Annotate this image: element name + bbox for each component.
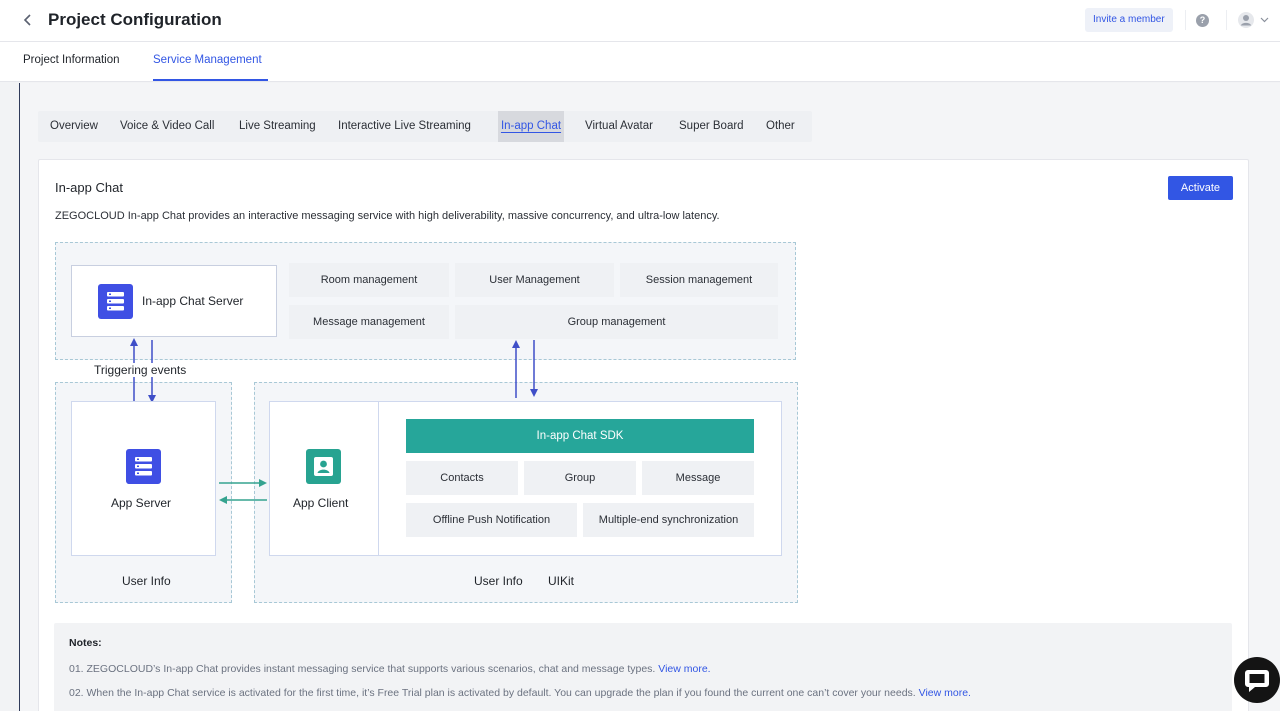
view-more-link[interactable]: View more. <box>919 687 971 699</box>
user-icon <box>306 449 341 484</box>
sdk-feature-offline-push: Offline Push Notification <box>406 503 577 537</box>
note-text: 01. ZEGOCLOUD’s In-app Chat provides ins… <box>69 663 656 675</box>
note-text: 02. When the In-app Chat service is acti… <box>69 687 916 699</box>
content-area: Overview Voice & Video Call Live Streami… <box>19 83 1280 711</box>
note-item: 02. When the In-app Chat service is acti… <box>69 687 971 699</box>
subtab-super-board[interactable]: Super Board <box>679 111 744 142</box>
tab-project-information[interactable]: Project Information <box>23 54 120 66</box>
top-bar: Project Configuration Invite a member ? <box>0 0 1280 42</box>
subtab-in-app-chat[interactable]: In-app Chat <box>498 111 564 142</box>
chevron-down-icon <box>1260 17 1269 23</box>
invite-member-button[interactable]: Invite a member <box>1085 8 1173 32</box>
active-tab-indicator <box>153 79 268 81</box>
subtab-overview[interactable]: Overview <box>50 111 98 142</box>
client-footer-user-info: User Info <box>474 574 523 588</box>
subtab-other[interactable]: Other <box>766 111 795 142</box>
page-title: Project Configuration <box>48 10 222 29</box>
main-tabs: Project Information Service Management <box>0 42 1280 82</box>
avatar-icon <box>1238 12 1254 28</box>
divider <box>1185 10 1186 30</box>
sdk-feature-group: Group <box>524 461 636 495</box>
chat-support-button[interactable] <box>1234 657 1280 703</box>
service-tabs: Overview Voice & Video Call Live Streami… <box>38 111 812 142</box>
subtab-interactive-live-streaming[interactable]: Interactive Live Streaming <box>338 111 471 142</box>
sdk-bar: In-app Chat SDK <box>406 419 754 453</box>
chat-icon <box>1245 670 1269 692</box>
note-item: 01. ZEGOCLOUD’s In-app Chat provides ins… <box>69 663 711 675</box>
back-icon[interactable] <box>20 11 36 29</box>
sdk-feature-message: Message <box>642 461 754 495</box>
notes-panel: Notes: 01. ZEGOCLOUD’s In-app Chat provi… <box>54 623 1232 711</box>
client-footer-uikit: UIKit <box>548 574 575 588</box>
view-more-link[interactable]: View more. <box>658 663 710 675</box>
help-icon[interactable]: ? <box>1196 14 1209 27</box>
tab-service-management[interactable]: Service Management <box>153 54 262 66</box>
activate-button[interactable]: Activate <box>1168 176 1233 200</box>
subtab-voice-video-call[interactable]: Voice & Video Call <box>120 111 214 142</box>
triggering-events-label: Triggering events <box>93 363 188 377</box>
app-server-label: App Server <box>111 496 172 510</box>
server-icon <box>126 449 161 484</box>
app-server-footer: User Info <box>122 574 171 588</box>
divider <box>378 401 379 556</box>
sdk-feature-multi-end-sync: Multiple-end synchronization <box>583 503 754 537</box>
app-client-label: App Client <box>293 496 349 510</box>
subtab-virtual-avatar[interactable]: Virtual Avatar <box>585 111 653 142</box>
user-menu[interactable] <box>1238 12 1272 30</box>
service-card: In-app Chat ZEGOCLOUD In-app Chat provid… <box>38 159 1249 711</box>
sdk-feature-contacts: Contacts <box>406 461 518 495</box>
notes-title: Notes: <box>69 637 102 649</box>
divider <box>1226 10 1227 30</box>
subtab-live-streaming[interactable]: Live Streaming <box>239 111 316 142</box>
